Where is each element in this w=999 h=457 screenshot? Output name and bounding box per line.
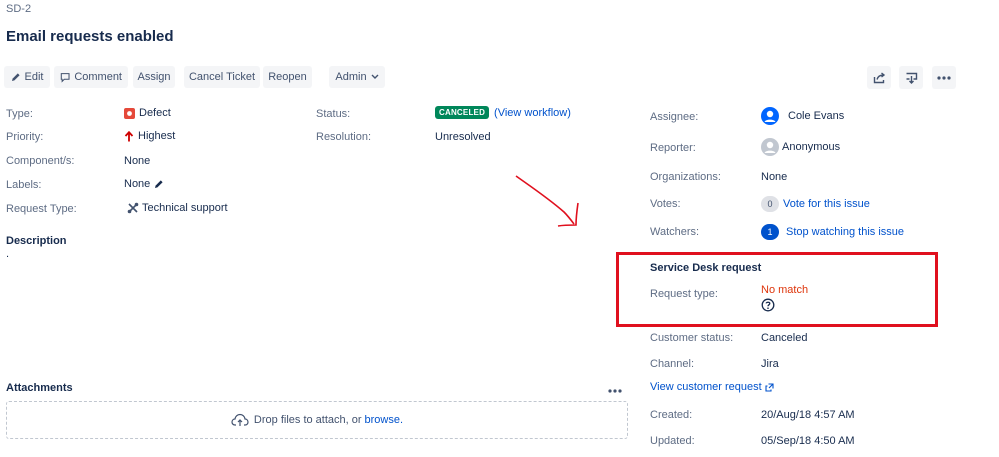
sd-request-type-label: Request type:	[650, 288, 718, 300]
priority-text: Highest	[138, 130, 176, 142]
watchers-label: Watchers:	[650, 226, 700, 238]
help-icon[interactable]	[761, 298, 775, 312]
description-body[interactable]: .	[6, 248, 9, 260]
assignee-name: Cole Evans	[788, 110, 845, 122]
updated-label: Updated:	[650, 435, 695, 447]
priority-label: Priority:	[6, 131, 44, 143]
attachments-more-button[interactable]	[608, 384, 622, 396]
organizations-label: Organizations:	[650, 171, 721, 183]
request-type-label: Request Type:	[6, 203, 77, 215]
admin-dropdown[interactable]: Admin	[329, 66, 385, 88]
resolution-value: Unresolved	[435, 131, 491, 143]
share-icon	[873, 71, 885, 83]
watchers-value: 1 Stop watching this issue	[761, 224, 904, 240]
created-label: Created:	[650, 409, 693, 421]
sd-request-type-value[interactable]: No match	[761, 284, 808, 296]
issue-summary[interactable]: Email requests enabled	[6, 28, 174, 45]
type-value[interactable]: Defect	[124, 107, 171, 119]
view-customer-request-link[interactable]: View customer request	[650, 381, 774, 393]
user-avatar-icon	[761, 107, 779, 125]
technical-support-icon	[127, 202, 139, 214]
anonymous-avatar-icon	[761, 138, 779, 156]
status-lozenge: CANCELED	[435, 106, 490, 119]
upload-cloud-icon	[231, 413, 249, 426]
comment-label: Comment	[74, 71, 122, 83]
stop-watching-link[interactable]: Stop watching this issue	[786, 226, 904, 238]
request-type-text: Technical support	[142, 202, 228, 214]
service-desk-heading: Service Desk request	[650, 262, 762, 274]
edit-icon	[11, 73, 20, 81]
description-heading: Description	[6, 235, 67, 247]
type-label: Type:	[6, 108, 33, 120]
labels-label: Labels:	[6, 179, 42, 191]
customer-status-value: Canceled	[761, 332, 808, 344]
edit-button[interactable]: Edit	[4, 66, 50, 88]
channel-value: Jira	[761, 358, 779, 370]
cancel-ticket-button[interactable]: Cancel Ticket	[184, 66, 260, 88]
export-icon	[906, 72, 917, 84]
assignee-value[interactable]: Cole Evans	[761, 107, 844, 125]
pencil-icon[interactable]	[154, 179, 164, 189]
reopen-button[interactable]: Reopen	[263, 66, 312, 88]
attachment-dropzone[interactable]: Drop files to attach, or browse.	[6, 401, 628, 439]
request-type-value[interactable]: Technical support	[127, 202, 228, 214]
components-label: Component/s:	[6, 155, 75, 167]
priority-value[interactable]: Highest	[124, 130, 175, 142]
reporter-value[interactable]: Anonymous	[761, 138, 840, 156]
customer-status-label: Customer status:	[650, 332, 734, 344]
status-field: CANCELED (View workflow)	[435, 106, 571, 119]
dropzone-text: Drop files to attach, or	[253, 414, 362, 426]
votes-value: 0 Vote for this issue	[761, 196, 870, 212]
chevron-down-icon	[371, 74, 379, 79]
votes-label: Votes:	[650, 198, 681, 210]
labels-text: None	[124, 178, 151, 190]
channel-label: Channel:	[650, 358, 695, 370]
reporter-name: Anonymous	[782, 141, 841, 153]
assignee-label: Assignee:	[650, 111, 699, 123]
status-label: Status:	[316, 108, 351, 120]
more-icon	[608, 389, 622, 393]
browse-link[interactable]: browse.	[365, 414, 404, 426]
view-customer-request-text: View customer request	[650, 381, 762, 393]
votes-count-badge: 0	[761, 196, 779, 212]
created-value: 20/Aug/18 4:57 AM	[761, 409, 855, 421]
annotation-arrow	[515, 175, 579, 227]
more-actions-button[interactable]	[932, 66, 956, 89]
defect-icon	[124, 107, 135, 119]
more-icon	[937, 75, 951, 80]
view-workflow-link[interactable]: (View workflow)	[494, 107, 571, 119]
edit-label: Edit	[24, 71, 44, 83]
assign-button[interactable]: Assign	[133, 66, 175, 88]
watchers-count-badge: 1	[761, 224, 779, 240]
attachments-heading: Attachments	[6, 382, 73, 394]
updated-value: 05/Sep/18 4:50 AM	[761, 435, 855, 447]
admin-label: Admin	[335, 71, 367, 83]
comment-icon	[60, 72, 70, 83]
organizations-value[interactable]: None	[761, 171, 787, 183]
reporter-label: Reporter:	[650, 142, 696, 154]
share-button[interactable]	[867, 66, 891, 89]
resolution-label: Resolution:	[316, 131, 372, 143]
issue-key[interactable]: SD-2	[6, 3, 31, 15]
components-value[interactable]: None	[124, 155, 150, 167]
external-link-icon	[765, 382, 774, 392]
export-button[interactable]	[899, 66, 923, 89]
labels-value[interactable]: None	[124, 178, 164, 190]
priority-highest-icon	[124, 130, 134, 141]
vote-link[interactable]: Vote for this issue	[783, 198, 870, 210]
type-text: Defect	[139, 107, 171, 119]
comment-button[interactable]: Comment	[54, 66, 128, 88]
